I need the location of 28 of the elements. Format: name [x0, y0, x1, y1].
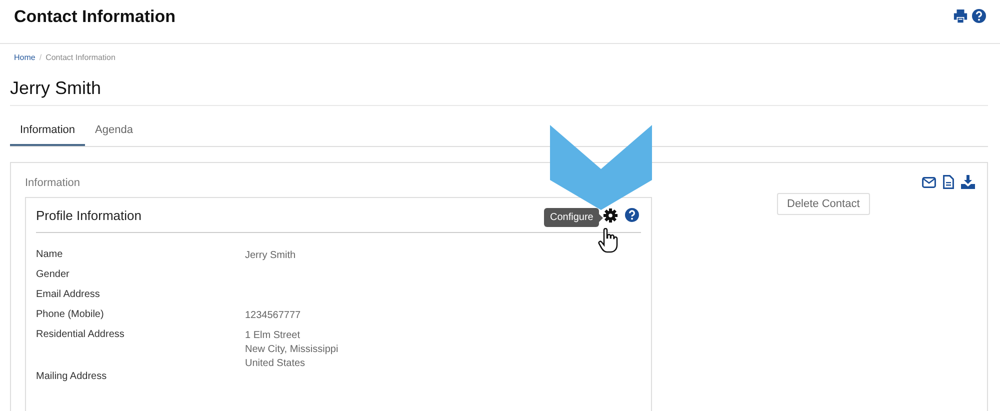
tab[interactable]: Information — [10, 120, 86, 146]
field-label: Mailing Address — [36, 371, 108, 384]
page-title: Contact Information — [14, 6, 176, 26]
email-icon[interactable] — [922, 176, 936, 188]
card-title: Profile Information — [36, 208, 142, 222]
contact-name: Jerry Smith — [10, 62, 988, 106]
print-icon[interactable] — [953, 8, 968, 22]
delete-contact-button[interactable]: Delete Contact — [777, 193, 870, 215]
field-value: 1234567777 — [245, 309, 302, 323]
breadcrumb-separator: / — [39, 53, 42, 62]
panel-title: Information — [25, 176, 82, 189]
field-label: Residential Address — [36, 329, 126, 342]
breadcrumb-link[interactable]: Home — [14, 53, 36, 62]
download-icon[interactable] — [961, 175, 975, 189]
settings-icon[interactable] — [603, 208, 618, 222]
document-icon[interactable] — [943, 175, 954, 189]
field-label: Phone (Mobile) — [36, 309, 105, 322]
help-icon[interactable] — [972, 8, 986, 22]
tab[interactable]: Agenda — [85, 120, 143, 146]
hand-cursor-icon — [598, 228, 618, 254]
field-label: Gender — [36, 269, 70, 282]
field-label: Email Address — [36, 289, 101, 302]
field-value: Jerry Smith — [245, 249, 297, 263]
chevron-arrow-icon — [550, 125, 652, 210]
field-value: 1 Elm Street New City, Mississippi United States — [245, 329, 340, 371]
field-label: Name — [36, 249, 64, 262]
help-icon[interactable] — [625, 208, 639, 222]
breadcrumb-current: Contact Information — [46, 53, 116, 62]
